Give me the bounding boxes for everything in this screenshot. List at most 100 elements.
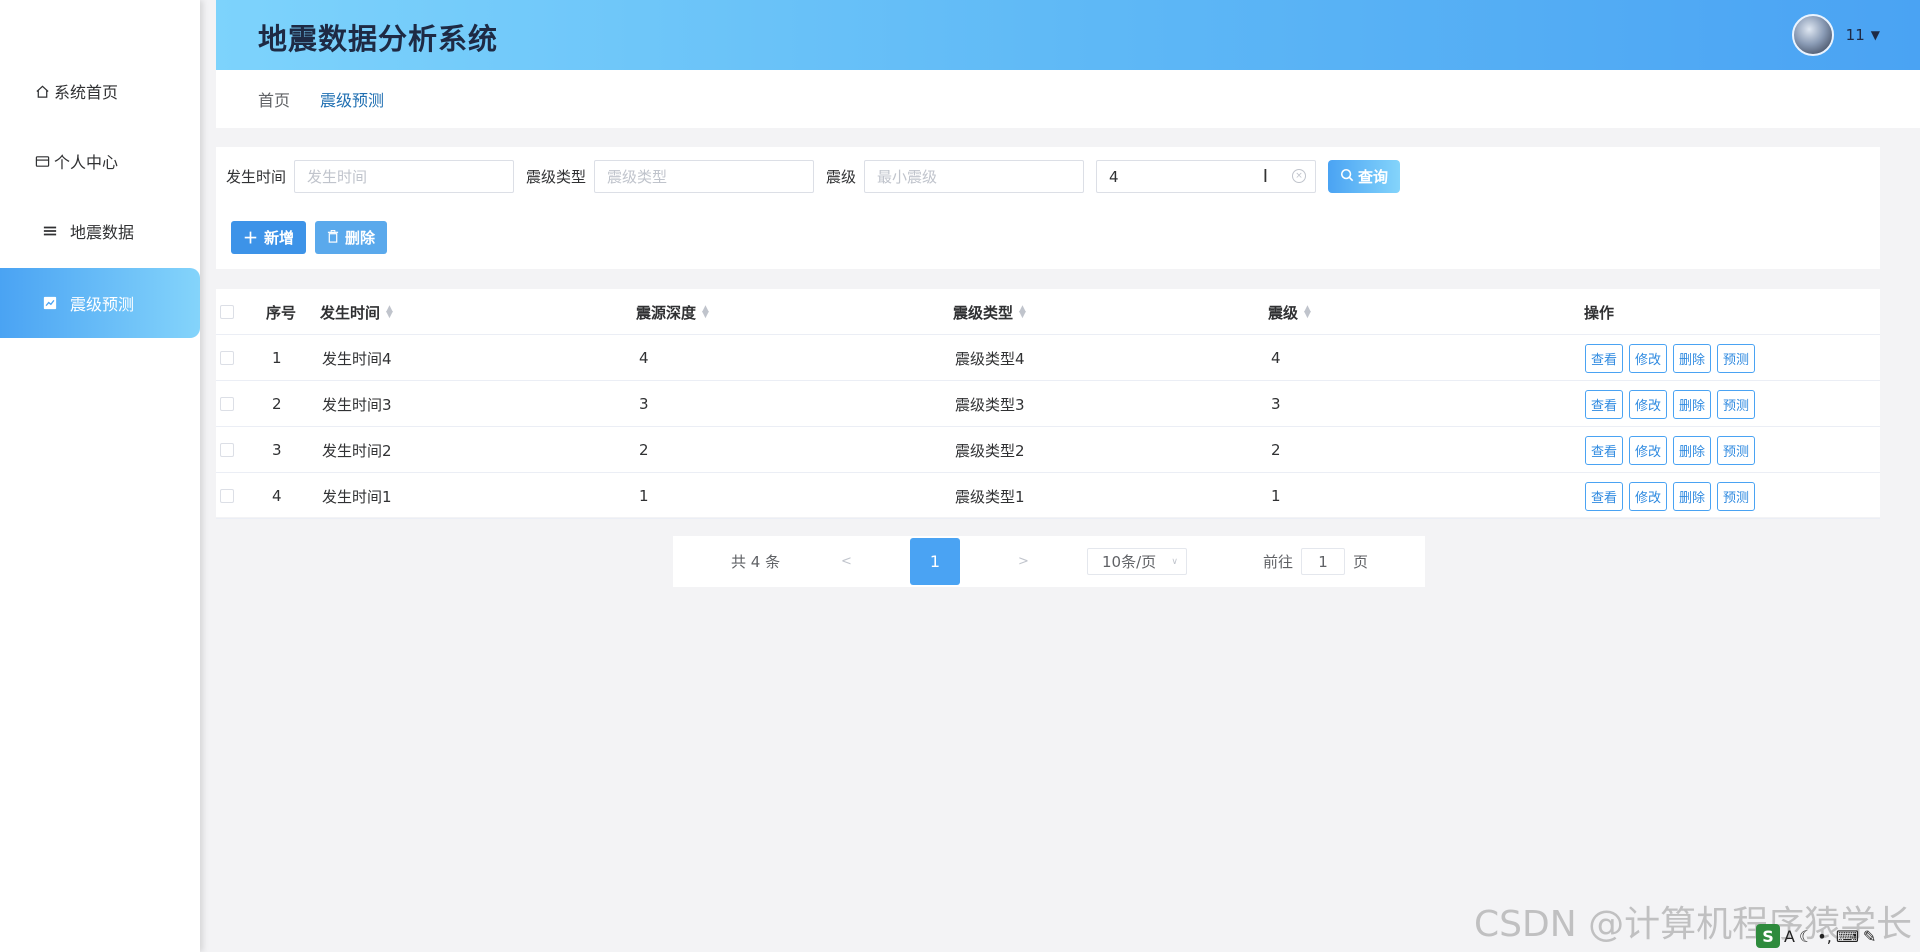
sidebar-item-profile[interactable]: 个人中心: [0, 126, 200, 196]
plus-icon: ＋: [243, 229, 259, 247]
ime-logo-icon[interactable]: S: [1756, 924, 1780, 948]
header-depth[interactable]: 震源深度 ▲ ▼: [636, 289, 709, 335]
next-page-icon[interactable]: >: [1018, 536, 1029, 587]
header-type-label: 震级类型: [953, 303, 1014, 322]
delete-button[interactable]: 删除: [1673, 481, 1712, 511]
cell-type: 震级类型1: [955, 487, 1025, 506]
user-menu[interactable]: 11 ▼: [1791, 14, 1880, 56]
header-time-label: 发生时间: [320, 303, 381, 322]
goto-prefix: 前往: [1263, 553, 1294, 571]
row-checkbox[interactable]: [220, 489, 234, 503]
delete-button-label: 删除: [345, 229, 376, 247]
trash-icon: [327, 229, 339, 247]
query-button[interactable]: 查询: [1328, 160, 1401, 193]
sidebar-item-label: 地震数据: [70, 223, 135, 242]
edit-button[interactable]: 修改: [1629, 343, 1668, 373]
cell-type: 震级类型2: [955, 441, 1025, 460]
predict-button[interactable]: 预测: [1717, 481, 1756, 511]
magnitude-label: 震级: [826, 168, 857, 186]
table-row: 4 发生时间1 1 震级类型1 1 查看 修改 删除 预测: [216, 473, 1880, 519]
delete-button[interactable]: 删除: [1673, 343, 1712, 373]
delete-button[interactable]: 删除: [1673, 435, 1712, 465]
username: 11: [1845, 26, 1865, 44]
table-row: 1 发生时间4 4 震级类型4 4 查看 修改 删除 预测: [216, 335, 1880, 381]
view-button[interactable]: 查看: [1585, 343, 1624, 373]
row-check-cell: [220, 335, 236, 381]
goto-suffix: 页: [1353, 553, 1369, 571]
delete-button[interactable]: 删除: [1673, 389, 1712, 419]
header-type[interactable]: 震级类型 ▲ ▼: [953, 289, 1026, 335]
row-checkbox[interactable]: [220, 351, 234, 365]
sort-icon[interactable]: ▲ ▼: [386, 305, 393, 320]
sidebar-item-home[interactable]: 系统首页: [0, 56, 200, 126]
ime-moon-icon[interactable]: ☾: [1799, 927, 1813, 946]
batch-delete-button[interactable]: 删除: [315, 221, 388, 254]
app-title: 地震数据分析系统: [258, 22, 499, 56]
select-all-checkbox[interactable]: [220, 305, 234, 319]
table-row: 3 发生时间2 2 震级类型2 2 查看 修改 删除 预测: [216, 427, 1880, 473]
avatar[interactable]: [1791, 14, 1834, 56]
cell-depth: 2: [639, 441, 649, 459]
breadcrumb-home[interactable]: 首页: [258, 87, 290, 111]
sidebar-item-magnitude-prediction[interactable]: 震级预测: [0, 268, 200, 338]
time-label: 发生时间: [226, 168, 287, 186]
cell-index: 3: [272, 441, 282, 459]
add-button-label: 新增: [264, 229, 295, 247]
sort-icon[interactable]: ▲ ▼: [702, 305, 709, 320]
cell-type: 震级类型3: [955, 395, 1025, 414]
breadcrumb-current: 震级预测: [320, 91, 385, 110]
data-table: 序号 发生时间 ▲ ▼ 震源深度 ▲ ▼ 震级类型 ▲ ▼ 震级 ▲ ▼ 操作 1 发生时间4 …: [216, 289, 1880, 519]
ime-punct-icon[interactable]: •,: [1817, 927, 1832, 946]
select-all-cell: [220, 289, 236, 335]
page-size-label: 10条/页: [1102, 553, 1157, 571]
magnitude-max-input[interactable]: [1096, 160, 1317, 193]
cell-depth: 4: [639, 349, 649, 367]
clear-icon[interactable]: ×: [1292, 169, 1307, 183]
header-magnitude-label: 震级: [1268, 303, 1299, 322]
cell-depth: 1: [639, 487, 649, 505]
magnitude-min-input[interactable]: [864, 160, 1085, 193]
time-input[interactable]: [294, 160, 515, 193]
predict-button[interactable]: 预测: [1717, 389, 1756, 419]
caret-down-icon[interactable]: ▼: [1871, 28, 1880, 42]
row-check-cell: [220, 381, 236, 427]
goto-page-input[interactable]: [1301, 548, 1346, 575]
page-size-select[interactable]: 10条/页 ∨: [1087, 548, 1187, 575]
view-button[interactable]: 查看: [1585, 389, 1624, 419]
page-number-current[interactable]: 1: [910, 538, 960, 585]
row-actions: 查看 修改 删除 预测: [1585, 389, 1761, 419]
cell-time: 发生时间3: [322, 395, 392, 414]
query-button-label: 查询: [1358, 168, 1389, 186]
sort-icon[interactable]: ▲ ▼: [1304, 305, 1311, 320]
ime-mode-icon[interactable]: A: [1784, 927, 1795, 946]
ime-keyboard-icon[interactable]: ⌨: [1836, 927, 1859, 946]
chevron-down-icon: ∨: [1171, 556, 1178, 567]
ime-settings-icon[interactable]: ✎: [1863, 927, 1876, 946]
edit-button[interactable]: 修改: [1629, 481, 1668, 511]
edit-button[interactable]: 修改: [1629, 389, 1668, 419]
row-check-cell: [220, 427, 236, 473]
search-icon: [1340, 168, 1354, 186]
sidebar-item-earthquake-data[interactable]: 地震数据: [0, 196, 200, 266]
prev-page-icon[interactable]: <: [841, 536, 852, 587]
edit-button[interactable]: 修改: [1629, 435, 1668, 465]
home-icon: [34, 83, 50, 99]
cell-magnitude: 1: [1271, 487, 1281, 505]
predict-button[interactable]: 预测: [1717, 435, 1756, 465]
type-label: 震级类型: [526, 168, 587, 186]
view-button[interactable]: 查看: [1585, 481, 1624, 511]
text-cursor-icon: I: [1262, 166, 1269, 187]
header-magnitude[interactable]: 震级 ▲ ▼: [1268, 289, 1311, 335]
cell-ops: 查看 修改 删除 预测: [1585, 427, 1761, 473]
row-checkbox[interactable]: [220, 397, 234, 411]
header-time[interactable]: 发生时间 ▲ ▼: [320, 289, 393, 335]
type-input[interactable]: [594, 160, 815, 193]
sort-icon[interactable]: ▲ ▼: [1019, 305, 1026, 320]
row-checkbox[interactable]: [220, 443, 234, 457]
predict-button[interactable]: 预测: [1717, 343, 1756, 373]
cell-ops: 查看 修改 删除 预测: [1585, 473, 1761, 519]
add-button[interactable]: ＋ 新增: [231, 221, 307, 254]
search-row: 发生时间 震级类型 震级 I × 查询: [226, 160, 1401, 193]
view-button[interactable]: 查看: [1585, 435, 1624, 465]
cell-time: 发生时间1: [322, 487, 392, 506]
